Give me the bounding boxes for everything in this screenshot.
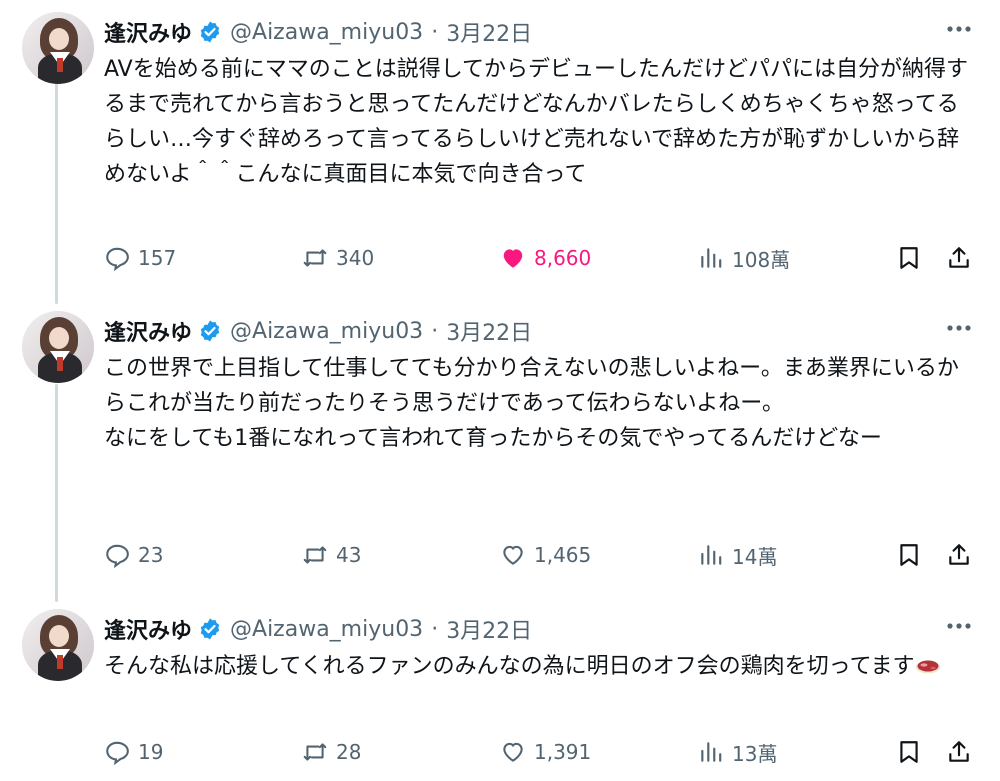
display-name[interactable]: 逢沢みゆ bbox=[104, 315, 192, 347]
bookmark-button[interactable] bbox=[896, 242, 930, 274]
tweet-header: 逢沢みゆ @Aizawa_miyu03 · 3月22日 bbox=[104, 613, 532, 645]
avatar[interactable] bbox=[22, 311, 94, 383]
reply-count: 19 bbox=[138, 740, 164, 764]
reply-button[interactable]: 157 bbox=[104, 242, 176, 274]
like-button[interactable]: 1,391 bbox=[500, 736, 591, 768]
like-count: 8,660 bbox=[534, 246, 592, 270]
steak-icon bbox=[916, 660, 941, 674]
views-count: 13萬 bbox=[732, 741, 778, 766]
share-button[interactable] bbox=[946, 539, 980, 571]
reply-count: 23 bbox=[138, 543, 164, 567]
tweet-actions: 157 340 8,660 108萬 bbox=[104, 242, 984, 274]
heart-filled-icon bbox=[503, 249, 523, 268]
reply-icon bbox=[106, 741, 129, 765]
more-options-icon[interactable] bbox=[944, 313, 974, 343]
bookmark-icon bbox=[900, 247, 918, 269]
retweet-count: 28 bbox=[336, 740, 362, 764]
retweet-icon bbox=[303, 249, 327, 267]
tweet-text-container: そんな私は応援してくれるファンのみんなの為に明日のオフ会の鶏肉を切ってます bbox=[104, 649, 974, 684]
analytics-icon bbox=[701, 545, 722, 565]
display-name[interactable]: 逢沢みゆ bbox=[104, 16, 192, 48]
analytics-icon bbox=[701, 248, 722, 268]
tweet[interactable]: 逢沢みゆ @Aizawa_miyu03 · 3月22日 この世界で上目指して仕事… bbox=[0, 311, 1000, 591]
retweet-icon bbox=[303, 546, 327, 564]
avatar[interactable] bbox=[22, 12, 94, 84]
share-icon bbox=[949, 247, 969, 268]
views-button[interactable]: 14萬 bbox=[698, 539, 777, 571]
heart-icon bbox=[503, 545, 523, 565]
avatar[interactable] bbox=[22, 609, 94, 681]
tweet-text: この世界で上目指して仕事してても分かり合えないの悲しいよねー。まあ業界にいるから… bbox=[104, 356, 959, 451]
tweet-actions: 19 28 1,391 13萬 bbox=[104, 736, 984, 768]
heart-icon bbox=[503, 742, 523, 762]
views-button[interactable]: 13萬 bbox=[698, 736, 777, 768]
separator-dot: · bbox=[431, 19, 439, 45]
like-button[interactable]: 8,660 bbox=[500, 242, 591, 274]
retweet-icon bbox=[303, 743, 327, 761]
separator-dot: · bbox=[431, 318, 439, 344]
user-handle[interactable]: @Aizawa_miyu03 bbox=[230, 319, 423, 344]
analytics-icon bbox=[701, 742, 722, 762]
reply-count: 157 bbox=[138, 246, 177, 270]
bookmark-icon bbox=[900, 741, 918, 763]
retweet-button[interactable]: 340 bbox=[302, 242, 374, 274]
tweet-header: 逢沢みゆ @Aizawa_miyu03 · 3月22日 bbox=[104, 315, 532, 347]
bookmark-icon bbox=[900, 544, 918, 566]
separator-dot: · bbox=[431, 616, 439, 642]
user-handle[interactable]: @Aizawa_miyu03 bbox=[230, 20, 423, 45]
verified-badge-icon bbox=[200, 618, 220, 640]
tweet-text: そんな私は応援してくれるファンのみんなの為に明日のオフ会の鶏肉を切ってます bbox=[104, 654, 915, 679]
tweet-date[interactable]: 3月22日 bbox=[446, 16, 532, 48]
share-button[interactable] bbox=[946, 242, 980, 274]
tweet-text: AVを始める前にママのことは説得してからデビューしたんだけどパパには自分が納得す… bbox=[104, 57, 969, 187]
like-button[interactable]: 1,465 bbox=[500, 539, 591, 571]
views-count: 14萬 bbox=[732, 544, 778, 569]
tweet[interactable]: 逢沢みゆ @Aizawa_miyu03 · 3月22日 AVを始める前にママのこ… bbox=[0, 12, 1000, 302]
retweet-button[interactable]: 43 bbox=[302, 539, 361, 571]
share-icon bbox=[949, 741, 969, 762]
tweet-actions: 23 43 1,465 14萬 bbox=[104, 539, 984, 571]
retweet-count: 340 bbox=[336, 246, 375, 270]
verified-badge-icon bbox=[200, 21, 220, 43]
bookmark-button[interactable] bbox=[896, 736, 930, 768]
verified-badge-icon bbox=[200, 320, 220, 342]
reply-button[interactable]: 19 bbox=[104, 736, 163, 768]
bookmark-button[interactable] bbox=[896, 539, 930, 571]
tweet-date[interactable]: 3月22日 bbox=[446, 315, 532, 347]
display-name[interactable]: 逢沢みゆ bbox=[104, 613, 192, 645]
reply-icon bbox=[106, 247, 129, 271]
views-count: 108萬 bbox=[732, 247, 791, 272]
more-options-icon[interactable] bbox=[944, 14, 974, 44]
more-options-icon[interactable] bbox=[944, 611, 974, 641]
retweet-count: 43 bbox=[336, 543, 362, 567]
share-button[interactable] bbox=[946, 736, 980, 768]
like-count: 1,391 bbox=[534, 740, 592, 764]
tweet-date[interactable]: 3月22日 bbox=[446, 613, 532, 645]
reply-icon bbox=[106, 544, 129, 568]
user-handle[interactable]: @Aizawa_miyu03 bbox=[230, 617, 423, 642]
tweet[interactable]: 逢沢みゆ @Aizawa_miyu03 · 3月22日 そんな私は応援してくれる… bbox=[0, 609, 1000, 781]
reply-button[interactable]: 23 bbox=[104, 539, 163, 571]
share-icon bbox=[949, 544, 969, 565]
tweet-header: 逢沢みゆ @Aizawa_miyu03 · 3月22日 bbox=[104, 16, 532, 48]
like-count: 1,465 bbox=[534, 543, 592, 567]
views-button[interactable]: 108萬 bbox=[698, 242, 790, 274]
retweet-button[interactable]: 28 bbox=[302, 736, 361, 768]
